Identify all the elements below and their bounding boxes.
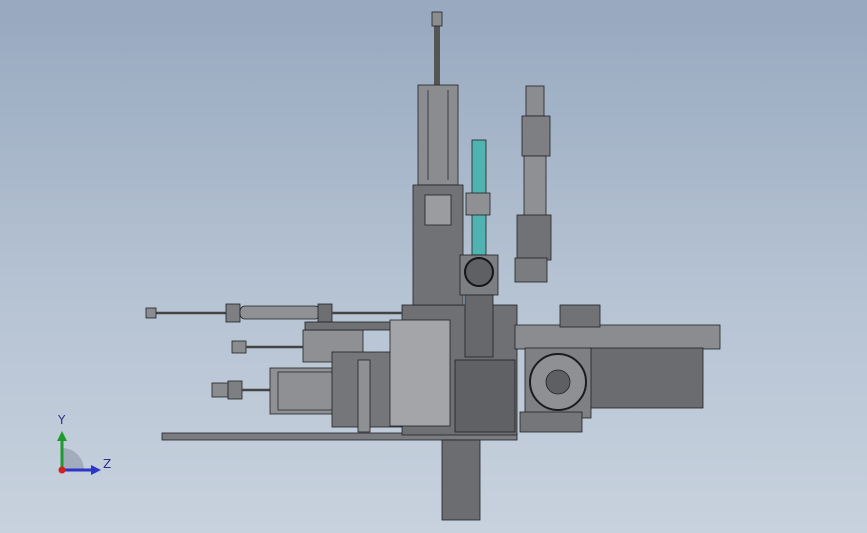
lower-cylinder-nut xyxy=(227,380,243,400)
horizontal-arm xyxy=(514,324,721,350)
middle-cylinder-housing xyxy=(304,321,401,331)
top-cylinder-rod-end xyxy=(145,307,157,319)
triad-z-label: Z xyxy=(103,457,112,471)
vertical-cylinder-body xyxy=(417,84,459,186)
triad-origin xyxy=(58,466,66,474)
view-triad xyxy=(57,431,101,475)
machine-assembly-drawing xyxy=(57,11,721,521)
right-cylinder-upper xyxy=(521,115,551,157)
frame-lower-block xyxy=(454,359,516,433)
swing-arm xyxy=(464,294,494,358)
triad-z-arrow xyxy=(91,465,101,475)
right-cylinder-body xyxy=(523,155,547,217)
triad-y-arrow xyxy=(57,431,67,441)
right-lower-bracket xyxy=(519,411,583,433)
guide-post xyxy=(357,359,371,433)
right-cylinder-top xyxy=(525,85,545,117)
motor-body xyxy=(589,347,704,409)
top-cylinder-body xyxy=(239,305,321,320)
cover-block xyxy=(389,319,451,427)
ring-clamp xyxy=(464,257,494,287)
machine-assembly xyxy=(145,11,721,521)
vertical-rod-tip xyxy=(431,11,443,27)
right-cylinder-mount xyxy=(516,214,552,261)
wheel-hub xyxy=(545,369,571,395)
triad-quadrant xyxy=(62,448,84,470)
right-cylinder-foot xyxy=(514,257,548,283)
horizontal-arm-rail xyxy=(559,304,601,328)
top-cylinder-cap xyxy=(317,303,333,323)
top-cylinder-nut xyxy=(225,303,241,323)
lower-cylinder-rod-end xyxy=(211,382,229,398)
triad-y-label: Y xyxy=(58,413,66,427)
cyan-tube-clamp xyxy=(465,192,491,216)
middle-cylinder-rod-end xyxy=(231,340,247,354)
cad-viewport[interactable]: Y Z xyxy=(0,0,867,533)
pedestal-column xyxy=(441,439,481,521)
vertical-clamp xyxy=(424,194,452,226)
